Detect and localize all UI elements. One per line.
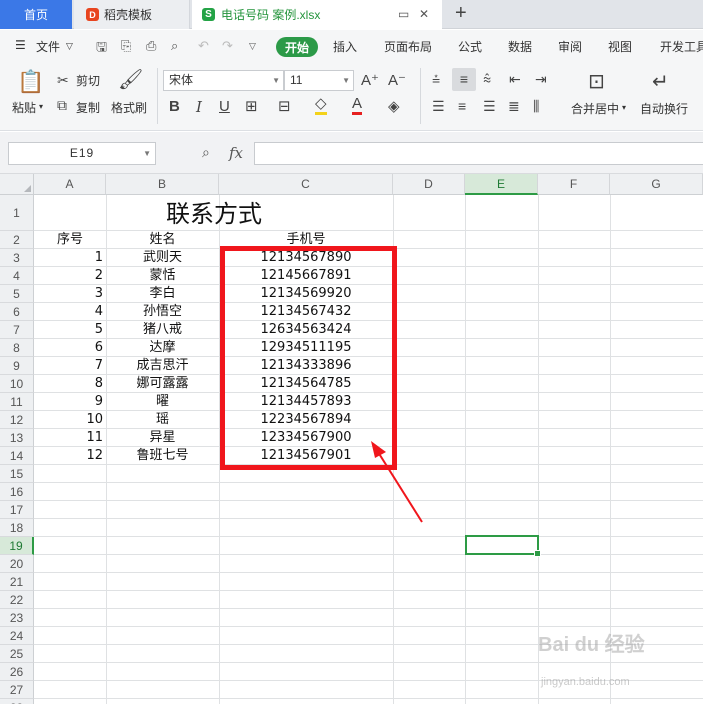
watermark-brand: Bai du 经验 [538,634,645,656]
arrow-head [371,441,386,458]
watermark-url: jingyan.baidu.com [541,676,630,688]
annotation-arrow [371,441,423,523]
arrow-shaft [377,451,423,523]
spreadsheet-window: 首页 D 稻壳模板 S 电话号码 案例.xlsx ▭ ✕ + ☰ 文件 ▽ 🖫 … [0,0,703,704]
